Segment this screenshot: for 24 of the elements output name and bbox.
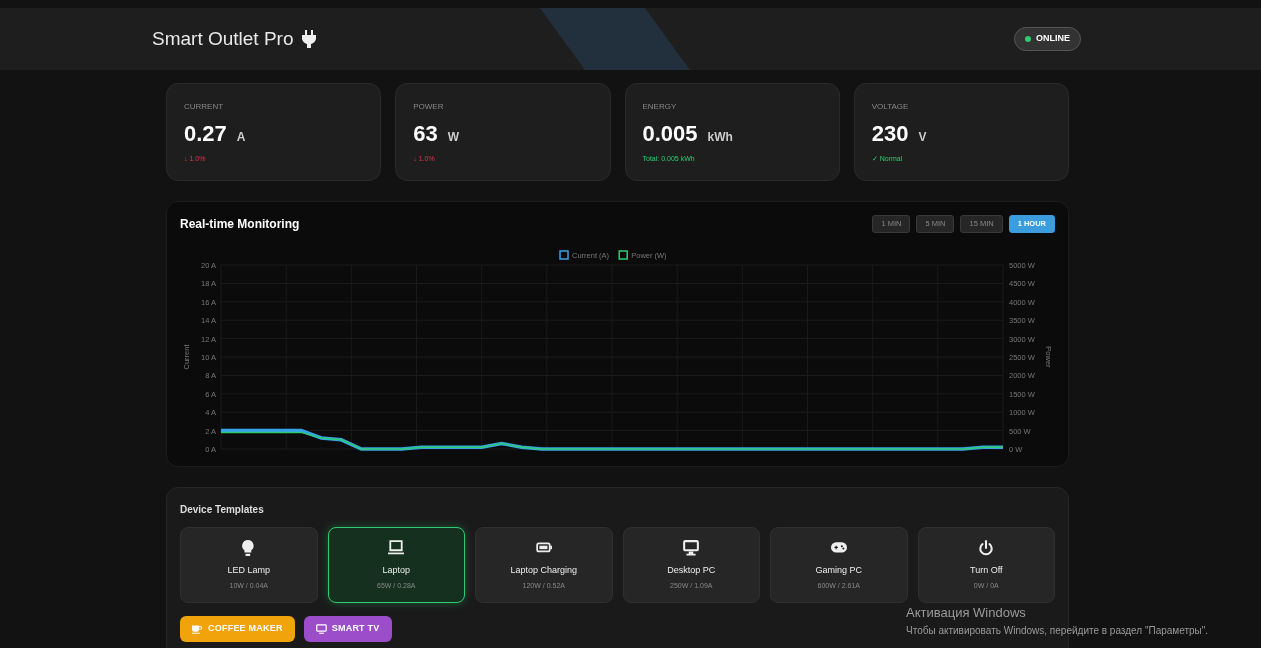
device-name: Desktop PC xyxy=(667,564,716,577)
app-title: Smart Outlet Pro xyxy=(152,26,294,51)
device-name: Laptop xyxy=(382,564,410,577)
metric-label: VOLTAGE xyxy=(871,101,910,113)
panel-title: Real-time Monitoring xyxy=(180,216,300,233)
metric-unit: V xyxy=(918,129,927,146)
metric-value: 0.27 xyxy=(184,120,227,148)
metric-label: POWER xyxy=(413,101,445,113)
status-label: ONLINE xyxy=(1036,32,1070,46)
activation-title: Активация Windows xyxy=(906,604,1027,622)
metric-value: 230 xyxy=(871,120,909,148)
metric-unit: A xyxy=(236,129,246,146)
device-name: LED Lamp xyxy=(227,564,270,577)
metric-label: ENERGY xyxy=(642,101,678,113)
metric-label: CURRENT xyxy=(184,101,225,113)
metric-unit: kWh xyxy=(707,129,733,146)
metric-value: 0.005 xyxy=(642,120,698,148)
metric-unit: W xyxy=(447,129,460,146)
activation-text: Чтобы активировать Windows, перейдите в раздел "Параметры". xyxy=(906,623,1209,638)
device-name: Turn Off xyxy=(970,564,1003,577)
panel-title: Device Templates xyxy=(180,503,265,517)
device-name: Laptop Charging xyxy=(510,564,578,577)
metric-value: 63 xyxy=(413,120,438,148)
device-name: Gaming PC xyxy=(815,564,862,577)
